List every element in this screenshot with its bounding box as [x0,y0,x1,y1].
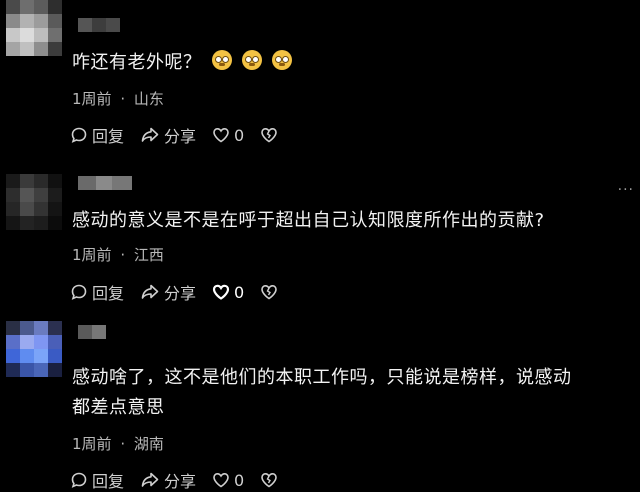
comment-time: 1周前 [72,246,112,264]
comment-location: 江西 [133,246,164,264]
comment-text: 感动的意义是不是在呼于超出自己认知限度所作出的贡献? [72,210,545,231]
avatar[interactable] [6,321,62,377]
comment-actions: 回复 分享 0 [70,124,298,146]
flushed-face-emoji-icon [271,50,292,70]
reply-button[interactable]: 回复 [70,468,124,492]
dislike-button[interactable] [260,283,282,301]
reply-button[interactable]: 回复 [70,123,124,147]
like-count: 0 [234,125,245,145]
broken-heart-icon [261,472,278,488]
comment-item: 咋还有老外呢？ 1周前 · 山东 回复 分享 0 [0,0,640,160]
comment-text: 感动啥了，这不是他们的本职工作吗，只能说是榜样，说感动 都差点意思 [72,367,572,418]
reply-bubble-icon [71,284,87,300]
comment-location: 山东 [133,90,164,108]
broken-heart-icon [261,127,278,143]
more-options-button[interactable]: ··· [618,182,634,198]
comment-item: ··· 感动的意义是不是在呼于超出自己认知限度所作出的贡献? 1周前 · 江西 … [0,160,640,315]
share-arrow-icon [141,472,159,487]
share-arrow-icon [141,127,159,142]
comment-location: 湖南 [133,435,164,453]
like-button[interactable]: 0 [212,283,244,302]
heart-icon [212,284,230,300]
like-count: 0 [234,470,245,490]
comment-actions: 回复 分享 0 [70,469,298,491]
comment-item: 感动啥了，这不是他们的本职工作吗，只能说是榜样，说感动 都差点意思 1周前 · … [0,315,640,491]
comment-meta: 1周前 · 山东 [72,88,164,109]
comment-actions: 回复 分享 0 [70,281,298,303]
avatar[interactable] [6,174,62,230]
share-arrow-icon [141,284,159,299]
like-button[interactable]: 0 [212,126,244,145]
like-count: 0 [234,282,245,302]
share-button[interactable]: 分享 [140,280,196,304]
meta-separator: · [120,90,126,108]
share-button[interactable]: 分享 [140,123,196,147]
comment-time: 1周前 [72,435,112,453]
like-button[interactable]: 0 [212,471,244,490]
meta-separator: · [120,246,126,264]
reply-bubble-icon [71,472,87,488]
comment-meta: 1周前 · 湖南 [72,433,164,454]
meta-separator: · [120,435,126,453]
heart-icon [213,472,229,488]
broken-heart-icon [261,284,278,300]
dislike-button[interactable] [260,126,282,144]
heart-icon [213,127,229,143]
share-button[interactable]: 分享 [140,468,196,492]
reply-button[interactable]: 回复 [70,280,124,304]
comment-meta: 1周前 · 江西 [72,244,164,265]
reply-bubble-icon [71,127,87,143]
comment-time: 1周前 [72,90,112,108]
comment-text: 咋还有老外呢？ [72,48,632,78]
flushed-face-emoji-icon [211,50,232,70]
dislike-button[interactable] [260,471,282,489]
avatar[interactable] [6,0,62,56]
flushed-face-emoji-icon [241,50,262,70]
